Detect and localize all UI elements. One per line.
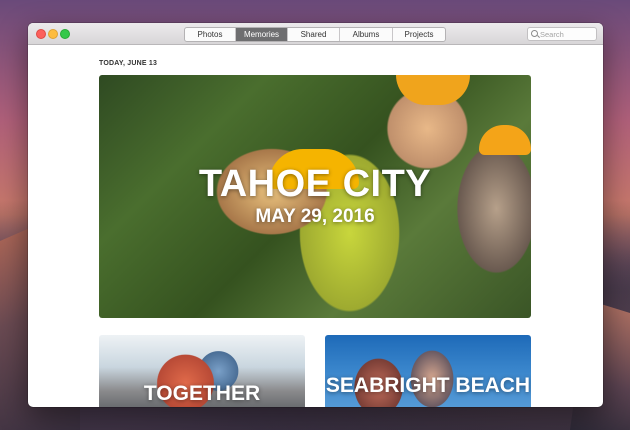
photo-detail [396, 75, 470, 105]
photos-window: Photos Memories Shared Albums Projects S… [28, 23, 603, 407]
memory-card-seabright-beach[interactable]: SEABRIGHT BEACH [325, 335, 531, 407]
memory-title: TAHOE CITY [198, 163, 432, 205]
memory-card-title: TOGETHER [143, 382, 261, 405]
search-icon [531, 30, 538, 37]
tab-albums[interactable]: Albums [340, 28, 393, 41]
zoom-window-button[interactable] [60, 29, 70, 39]
featured-memory[interactable]: TAHOE CITY MAY 29, 2016 [99, 75, 531, 318]
photo-detail [479, 125, 531, 155]
search-field[interactable]: Search [527, 27, 597, 41]
memory-card-together[interactable]: TOGETHER [99, 335, 305, 407]
search-placeholder: Search [540, 29, 564, 39]
tab-shared[interactable]: Shared [288, 28, 340, 41]
close-window-button[interactable] [36, 29, 46, 39]
memory-date: MAY 29, 2016 [255, 206, 375, 227]
minimize-window-button[interactable] [48, 29, 58, 39]
tab-photos[interactable]: Photos [185, 28, 236, 41]
title-bar: Photos Memories Shared Albums Projects S… [28, 23, 603, 45]
section-date-header: TODAY, JUNE 13 [99, 60, 158, 67]
tab-memories[interactable]: Memories [236, 28, 288, 41]
memory-card-title: SEABRIGHT BEACH [325, 374, 531, 397]
memories-view: TODAY, JUNE 13 TAHOE CITY MAY 29, 2016 T… [28, 46, 603, 407]
view-tabs: Photos Memories Shared Albums Projects [184, 27, 446, 42]
tab-projects[interactable]: Projects [393, 28, 445, 41]
